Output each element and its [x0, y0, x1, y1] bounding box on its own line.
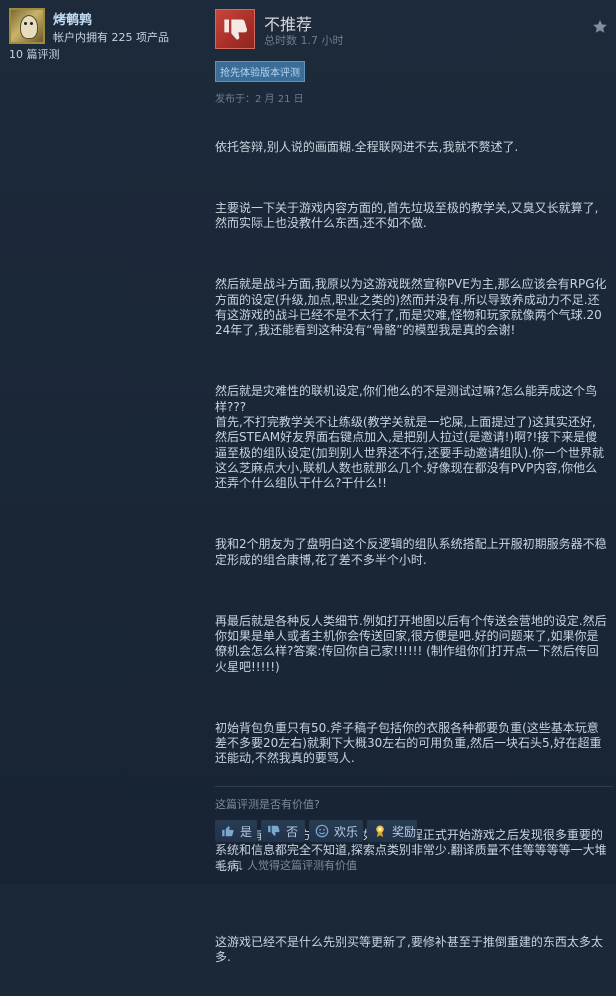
- review-paragraph: 再最后就是各种反人类细节.例如打开地图以后有个传送会营地的设定.然后你如果是单人…: [215, 613, 607, 674]
- review-paragraph: 初始背包负重只有50.斧子稿子包括你的衣服各种都要负重(这些基本玩意差不多要20…: [215, 720, 602, 766]
- thumbs-down-icon: [266, 824, 282, 838]
- vote-no-label: 否: [286, 824, 299, 839]
- review-card: 烤鹌鹑 帐户内拥有 225 项产品 10 篇评测 不推荐 总时数 1.7 小时 …: [0, 0, 616, 964]
- vote-summary: 有 11 人觉得这篇评测有价值: [215, 859, 357, 872]
- vote-yes-button[interactable]: 是: [215, 820, 257, 842]
- award-icon: [372, 824, 388, 838]
- avatar-bird-image: [20, 15, 38, 39]
- review-paragraph: 这游戏已经不是什么先别买等更新了,要修补甚至于推倒重建的东西太多太多.: [215, 935, 603, 965]
- avatar-eye: [30, 22, 33, 25]
- avatar-eye: [24, 22, 27, 25]
- posted-date: 发布于：2 月 21 日: [215, 94, 304, 105]
- avatar[interactable]: [9, 8, 45, 44]
- review-paragraph: 主要说一下关于游戏内容方面的,首先垃圾至极的教学关,又臭又长就算了,然而实际上也…: [215, 200, 599, 231]
- reviewer-panel: 烤鹌鹑 帐户内拥有 225 项产品 10 篇评测: [0, 0, 205, 884]
- helpful-question: 这篇评测是否有价值?: [215, 798, 320, 811]
- early-access-badge: 抢先体验版本评测: [215, 61, 305, 82]
- products-owned[interactable]: 帐户内拥有 225 项产品: [53, 29, 169, 45]
- review-paragraph: 然后就是灾难性的联机设定,你们他么的不是测试过嘛?怎么能弄成这个鸟样??? 首先…: [215, 384, 604, 491]
- award-label: 奖励: [392, 824, 417, 839]
- vote-no-button[interactable]: 否: [261, 820, 305, 842]
- vote-yes-label: 是: [240, 824, 253, 839]
- playtime-hours: 总时数 1.7 小时: [264, 34, 344, 47]
- award-button[interactable]: 奖励: [367, 820, 417, 842]
- review-paragraph: 依托答辩,别人说的画面糊.全程联网进不去,我就不赘述了.: [215, 139, 519, 154]
- divider: [215, 786, 613, 787]
- reviewer-name[interactable]: 烤鹌鹑: [53, 9, 92, 28]
- review-count[interactable]: 10 篇评测: [9, 46, 60, 62]
- smiley-icon: [314, 824, 330, 838]
- review-paragraph: 我和2个朋友为了盘明白这个反逻辑的组队系统搭配上开服初期服务器不稳定形成的组合康…: [215, 537, 607, 567]
- not-recommended-badge[interactable]: [215, 9, 255, 49]
- review-paragraph: 然后就是战斗方面,我原以为这游戏既然宣称PVE为主,那么应该会有RPG化方面的设…: [215, 277, 607, 338]
- vote-funny-button[interactable]: 欢乐: [309, 820, 363, 842]
- vote-funny-label: 欢乐: [334, 824, 359, 839]
- thumbs-up-icon: [220, 824, 236, 838]
- free-received-icon[interactable]: [592, 19, 608, 39]
